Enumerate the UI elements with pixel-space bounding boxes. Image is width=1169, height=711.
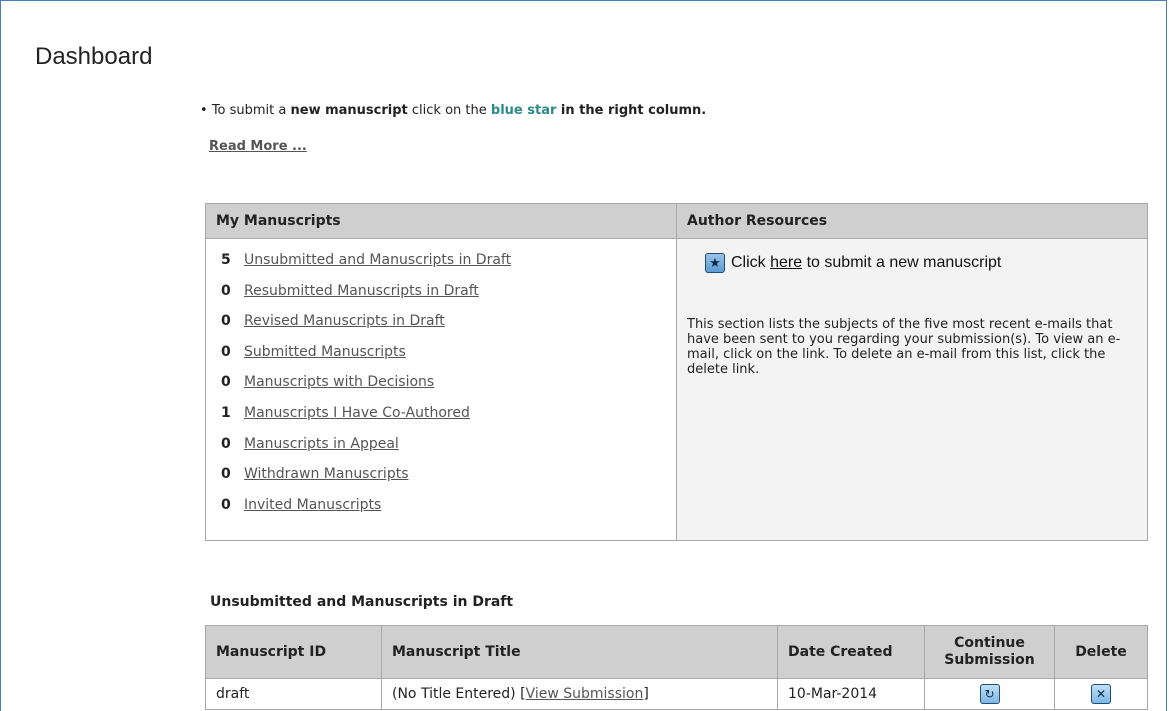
page-title: Dashboard — [35, 43, 153, 70]
list-item: 0 Revised Manuscripts in Draft — [221, 313, 676, 344]
manuscript-link-decisions[interactable]: Manuscripts with Decisions — [244, 374, 434, 390]
author-resources-panel: Author Resources ★ Click here to submit … — [677, 204, 1147, 540]
manuscript-link-submitted[interactable]: Submitted Manuscripts — [244, 344, 406, 360]
cell-manuscript-id: draft — [205, 678, 382, 710]
item-count: 0 — [221, 374, 231, 391]
submit-here-link[interactable]: here — [770, 254, 802, 272]
manuscript-link-resubmitted[interactable]: Resubmitted Manuscripts in Draft — [244, 283, 479, 299]
submit-new-manuscript: ★ Click here to submit a new manuscript — [705, 253, 1147, 273]
col-delete: Delete — [1054, 625, 1148, 679]
item-count: 0 — [221, 496, 231, 513]
cell-date-created: 10-Mar-2014 — [777, 678, 925, 710]
manuscript-link-coauthored[interactable]: Manuscripts I Have Co-Authored — [244, 405, 470, 421]
item-count: 0 — [221, 343, 231, 360]
list-item: 0 Manuscripts in Appeal — [221, 436, 676, 467]
cell-continue: ↻ — [924, 678, 1055, 710]
my-manuscripts-panel: My Manuscripts 5 Unsubmitted and Manuscri… — [206, 204, 677, 540]
delete-icon[interactable]: ✕ — [1091, 684, 1111, 704]
bullet: • — [200, 103, 208, 118]
blue-star-text: blue star — [490, 103, 557, 118]
cell-manuscript-title: (No Title Entered) [View Submission] — [381, 678, 778, 710]
manuscript-link-unsubmitted[interactable]: Unsubmitted and Manuscripts in Draft — [244, 252, 511, 268]
item-count: 0 — [221, 466, 231, 483]
resources-description: This section lists the subjects of the f… — [687, 317, 1121, 377]
manuscript-link-appeal[interactable]: Manuscripts in Appeal — [244, 436, 399, 452]
list-item: 5 Unsubmitted and Manuscripts in Draft — [221, 252, 676, 283]
manuscript-link-revised[interactable]: Revised Manuscripts in Draft — [244, 313, 445, 329]
col-manuscript-title: Manuscript Title — [381, 625, 778, 679]
my-manuscripts-list: 5 Unsubmitted and Manuscripts in Draft 0R… — [206, 239, 676, 527]
item-count: 0 — [221, 282, 231, 299]
star-icon[interactable]: ★ — [705, 253, 725, 273]
author-resources-header: Author Resources — [677, 204, 1147, 239]
item-count: 5 — [221, 252, 231, 268]
item-count: 0 — [221, 435, 231, 452]
col-date-created: Date Created — [777, 625, 925, 679]
cell-delete: ✕ — [1054, 678, 1148, 710]
col-continue-submission: Continue Submission — [924, 625, 1055, 679]
table-header-row: Manuscript ID Manuscript Title Date Crea… — [205, 625, 1148, 679]
list-item: 1 Manuscripts I Have Co-Authored — [221, 405, 676, 436]
col-manuscript-id: Manuscript ID — [205, 625, 382, 679]
intro-text: • To submit a new manuscript click on th… — [200, 103, 707, 118]
manuscript-link-withdrawn[interactable]: Withdrawn Manuscripts — [244, 466, 409, 482]
dashboard-panels: My Manuscripts 5 Unsubmitted and Manuscri… — [205, 203, 1148, 541]
list-item: 0 Manuscripts with Decisions — [221, 374, 676, 405]
my-manuscripts-header: My Manuscripts — [206, 204, 676, 239]
view-submission-link[interactable]: View Submission — [526, 686, 644, 702]
manuscript-link-invited[interactable]: Invited Manuscripts — [244, 497, 381, 513]
item-count: 0 — [221, 313, 231, 330]
table-row: draft (No Title Entered) [View Submissio… — [205, 678, 1148, 710]
list-item: 0 Submitted Manuscripts — [221, 344, 676, 375]
list-item: 0 Invited Manuscripts — [221, 497, 676, 528]
list-item: 0 Withdrawn Manuscripts — [221, 466, 676, 497]
list-item: 0 Resubmitted Manuscripts in Draft — [221, 283, 676, 314]
continue-icon[interactable]: ↻ — [979, 684, 1000, 704]
drafts-section-title: Unsubmitted and Manuscripts in Draft — [210, 594, 514, 610]
author-resources-body: ★ Click here to submit a new manuscript … — [677, 239, 1147, 377]
item-count: 1 — [221, 404, 231, 421]
read-more-link[interactable]: Read More ... — [209, 139, 307, 154]
drafts-table: Manuscript ID Manuscript Title Date Crea… — [205, 625, 1148, 710]
